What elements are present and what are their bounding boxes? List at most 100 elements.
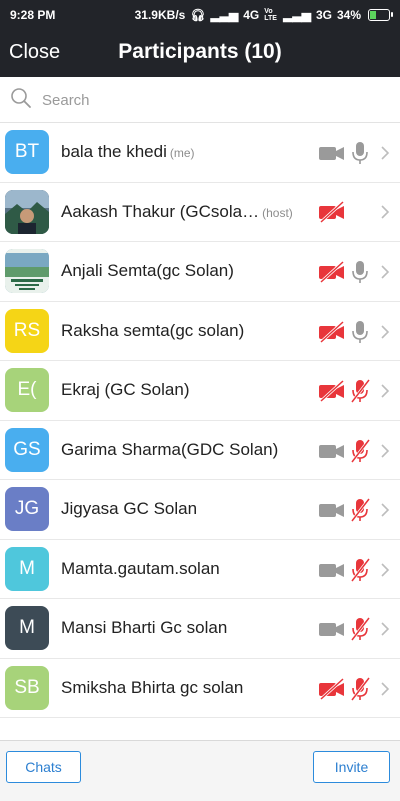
participant-status-icons [318, 557, 390, 583]
mic-icon [352, 142, 368, 164]
chevron-right-icon [381, 324, 390, 339]
participant-row[interactable]: GS Garima Sharma(GDC Solan) [0, 421, 400, 480]
participant-row[interactable]: M Mansi Bharti Gc solan [0, 599, 400, 659]
mic-muted-icon [350, 676, 370, 701]
mic-muted-icon [350, 557, 370, 582]
chevron-right-icon [381, 204, 390, 219]
participant-status-icons [318, 200, 390, 224]
video-icon [319, 623, 344, 636]
chevron-right-icon [381, 562, 390, 577]
avatar: JG [5, 487, 49, 531]
chevron-right-icon [381, 265, 390, 279]
avatar-initials: BT [14, 141, 40, 162]
avatar [5, 189, 49, 234]
avatar: SB [5, 665, 49, 710]
avatar: M [5, 546, 49, 591]
signal-icon: ▂▃▅ [283, 8, 311, 22]
title-bar: Close Participants (10) [0, 30, 400, 77]
avatar: BT [5, 130, 49, 174]
avatar-initials: RS [13, 319, 41, 341]
participant-name: Jigyasa GC Solan [61, 499, 198, 518]
participant-name: Mansi Bharti Gc solan [61, 618, 228, 637]
participant-status-icons [318, 438, 390, 464]
avatar-initials: M [19, 617, 35, 638]
participant-name: Mamta.gautam.solan [61, 558, 220, 578]
participant-name-line: Jigyasa GC Solan [61, 499, 197, 519]
video-icon [319, 563, 344, 577]
video-off-icon [319, 320, 345, 343]
participant-list: BT bala the khedi (me) Aakash Thakur (GCsol… [0, 123, 400, 718]
participant-name-line: Aakash Thakur (GCsola… (host) [61, 202, 293, 222]
avatar-initials: JG [14, 498, 40, 519]
page-title: Participants (10) [118, 40, 282, 63]
search-bar [0, 77, 400, 123]
participant-status-icons [318, 319, 390, 345]
participant-row[interactable]: SB Smiksha Bhirta gc solan [0, 659, 400, 718]
participant-row[interactable]: JG Jigyasa GC Solan [0, 480, 400, 540]
video-off-icon [319, 260, 345, 284]
video-icon [319, 504, 344, 517]
participant-row[interactable]: E( Ekraj (GC Solan) [0, 361, 400, 421]
network-speed: 31.9KB/s [134, 8, 186, 22]
search-icon [11, 88, 31, 108]
participant-row[interactable]: Anjali Semta(gc Solan) [0, 242, 400, 302]
participant-status-icons [318, 378, 390, 404]
avatar: E( [5, 368, 49, 412]
headphones-icon: 🎧︎ [190, 8, 206, 22]
battery-percent: 34% [336, 8, 361, 22]
participant-name: Smiksha Bhirta gc solan [61, 677, 244, 697]
avatar-initials: M [19, 557, 35, 579]
participant-name: Garima Sharma(GDC Solan) [61, 439, 279, 459]
mic-icon [352, 320, 368, 343]
video-off-icon [319, 379, 345, 403]
participant-name-line: Mamta.gautam.solan [61, 559, 220, 579]
participant-name-line: Raksha semta(gc solan) [61, 321, 244, 341]
participant-name: Raksha semta(gc solan) [61, 320, 245, 340]
participant-name-line: Mansi Bharti Gc solan [61, 618, 227, 638]
search-input[interactable] [40, 88, 384, 112]
participant-name: Aakash Thakur (GCsola… [61, 201, 260, 221]
video-off-icon [319, 200, 345, 223]
status-time: 9:28 PM [10, 8, 56, 22]
invite-button[interactable]: Invite [313, 751, 390, 783]
network-type-2: 3G [315, 8, 332, 22]
participant-status-icons [318, 676, 390, 702]
avatar-initials: SB [14, 676, 40, 698]
participant-name: Anjali Semta(gc Solan) [61, 261, 234, 280]
battery-icon [368, 9, 393, 21]
participant-name-line: Anjali Semta(gc Solan) [61, 261, 234, 281]
volte-label: Vo LTE [264, 8, 277, 22]
avatar-initials: GS [13, 438, 41, 460]
participant-name-line: bala the khedi (me) [61, 142, 195, 162]
chevron-right-icon [381, 384, 390, 398]
chats-button[interactable]: Chats [6, 751, 81, 783]
mic-muted-icon [350, 617, 370, 641]
video-off-icon [319, 677, 345, 700]
participant-name-line: Garima Sharma(GDC Solan) [61, 440, 278, 460]
participant-row[interactable]: BT bala the khedi (me) [0, 123, 400, 183]
bottom-bar: Chats Invite [0, 740, 400, 801]
profile-photo [5, 249, 49, 293]
status-bar: 9:28 PM 31.9KB/s 🎧︎ ▂▃▅ 4G Vo LTE ▂▃▅ 3G… [0, 0, 400, 30]
participant-name: Ekraj (GC Solan) [61, 380, 190, 399]
profile-photo [5, 189, 49, 234]
participant-status-icons [318, 259, 390, 285]
video-icon [319, 147, 344, 160]
mic-muted-icon [350, 498, 370, 522]
participant-status-icons [318, 140, 390, 166]
participant-row[interactable]: RS Raksha semta(gc solan) [0, 302, 400, 361]
chevron-right-icon [381, 503, 390, 517]
participant-row[interactable]: M Mamta.gautam.solan [0, 540, 400, 599]
participant-role-tag: (me) [169, 146, 195, 160]
participant-status-icons [318, 616, 390, 642]
participant-status-icons [318, 497, 390, 523]
chevron-right-icon [381, 622, 390, 636]
mic-muted-icon [350, 438, 370, 463]
participant-role-tag: (host) [262, 205, 293, 220]
avatar: RS [5, 308, 49, 353]
video-icon [319, 444, 344, 458]
avatar: GS [5, 427, 49, 472]
avatar-initials: E( [17, 379, 37, 400]
participant-row[interactable]: Aakash Thakur (GCsola… (host) [0, 183, 400, 242]
chevron-right-icon [381, 443, 390, 458]
